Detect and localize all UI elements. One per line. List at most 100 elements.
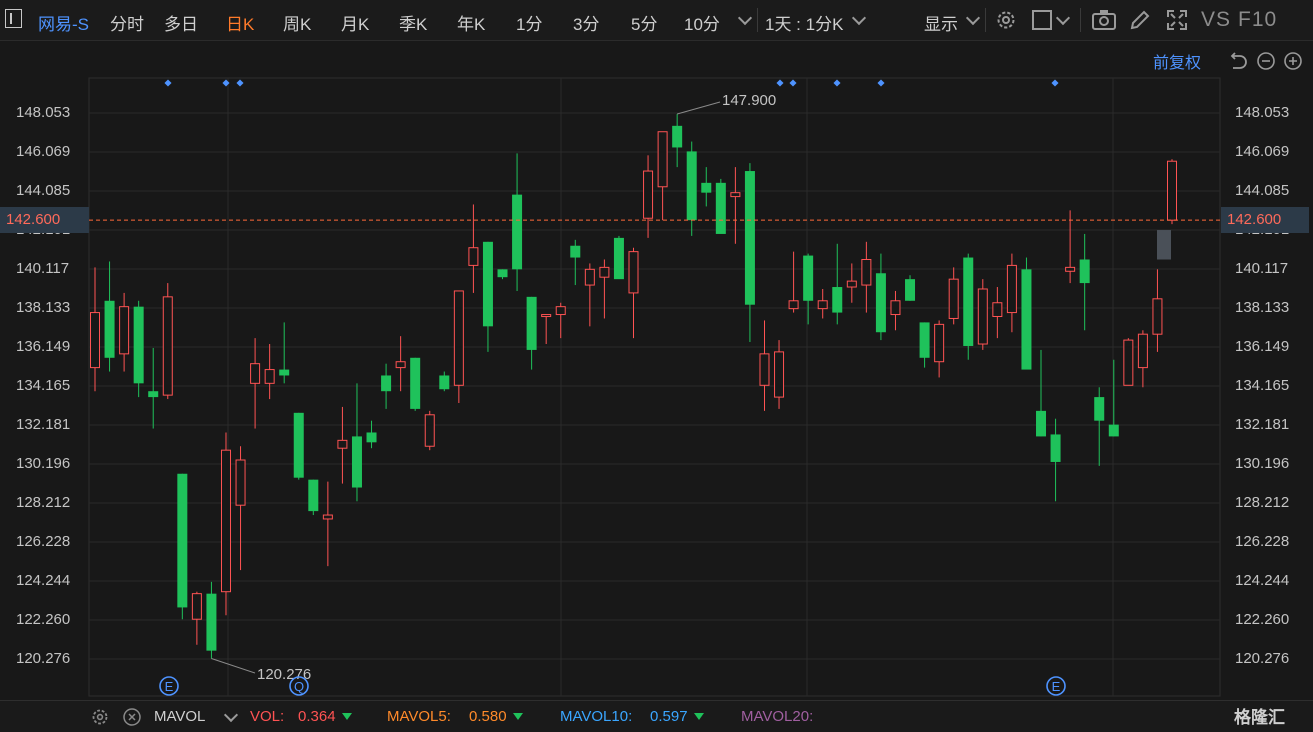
candle-body-up — [1123, 339, 1134, 386]
candle — [526, 296, 537, 370]
candle-body-down — [744, 171, 755, 305]
display-menu[interactable]: 显示 — [924, 10, 958, 35]
tab-quarterly-k[interactable]: 季K — [399, 10, 427, 35]
right-axis-tick-label: 136.149 — [1235, 337, 1290, 355]
chevron-down-icon[interactable] — [851, 10, 867, 26]
candle — [337, 406, 348, 484]
indicator-name[interactable]: MAVOL — [154, 708, 205, 725]
camera-icon[interactable] — [1091, 8, 1117, 32]
signal-diamond-icon — [833, 79, 841, 87]
brand-logo: 格隆汇 — [1234, 708, 1285, 727]
tab-daily-k[interactable]: 日K — [226, 10, 254, 35]
chevron-down-icon[interactable] — [737, 10, 753, 26]
candle-body-up — [162, 296, 173, 396]
left-axis-tick-label: 148.053 — [16, 104, 71, 121]
candle — [613, 235, 624, 280]
candle-body-down — [439, 375, 450, 390]
tab-yearly-k[interactable]: 年K — [457, 10, 485, 35]
tab-multiday[interactable]: 多日 — [164, 10, 198, 35]
candle — [599, 259, 610, 319]
candle-body-up — [468, 247, 479, 266]
right-axis-tick-label: 130.196 — [1235, 455, 1290, 472]
right-axis-tick-label: 126.228 — [1235, 533, 1290, 550]
candle — [119, 292, 130, 372]
quarter-event-icon[interactable]: Q — [288, 675, 310, 697]
tab-monthly-k[interactable]: 月K — [341, 10, 369, 35]
compare-button[interactable]: VS — [1201, 8, 1231, 32]
candle — [250, 338, 261, 429]
chevron-down-icon[interactable] — [965, 10, 981, 26]
left-axis-tick-label: 128.212 — [16, 494, 71, 511]
chevron-down-icon[interactable] — [1055, 10, 1071, 26]
high-price-label: 147.900 — [722, 92, 777, 109]
tab-5min[interactable]: 5分 — [631, 10, 657, 35]
mavol5-label: MAVOL5: — [387, 708, 451, 725]
candlestick-chart[interactable] — [0, 40, 1313, 700]
right-axis-tick-label: 122.260 — [1235, 611, 1290, 628]
current-price-tag-left: 142.600 — [0, 207, 89, 234]
candle — [963, 253, 974, 360]
signal-markers — [164, 79, 1059, 87]
fullscreen-icon[interactable] — [1165, 8, 1189, 32]
candle — [191, 591, 202, 645]
left-axis-tick-label: 138.133 — [16, 298, 71, 316]
candle — [482, 241, 493, 352]
left-axis-tick-label: 124.244 — [16, 572, 71, 589]
candle — [1152, 269, 1163, 352]
candle-body-up — [264, 369, 275, 384]
candle-body-up — [657, 131, 668, 188]
candle-body-down — [482, 241, 493, 327]
left-axis-tick-label: 136.149 — [16, 337, 71, 355]
candle-body-down — [293, 412, 304, 478]
tab-10min[interactable]: 10分 — [684, 10, 720, 35]
period-select[interactable]: 1天 : 1分K — [765, 10, 843, 35]
current-price-tag-right: 142.600 — [1221, 207, 1309, 234]
candle-body-up — [774, 351, 785, 398]
sidebar-toggle-icon[interactable] — [5, 9, 22, 28]
candle — [1065, 210, 1076, 284]
right-axis-tick-label: 140.117 — [1235, 259, 1289, 277]
tab-3min[interactable]: 3分 — [573, 10, 599, 35]
candle-body-up — [250, 363, 261, 384]
indicator-settings-icon[interactable] — [90, 707, 110, 727]
low-leader-line — [211, 658, 256, 674]
stock-name[interactable]: 网易-S — [38, 10, 89, 35]
settings-gear-icon[interactable] — [994, 8, 1018, 32]
high-leader-line — [677, 101, 721, 115]
right-axis-tick-label: 132.181 — [1235, 415, 1290, 433]
close-icon[interactable] — [122, 707, 142, 727]
earnings-event-icon[interactable]: E — [1045, 675, 1067, 697]
f10-button[interactable]: F10 — [1238, 8, 1277, 32]
plot-frame — [88, 77, 1221, 697]
earnings-event-icon[interactable]: E — [158, 675, 180, 697]
candle-body-down — [1108, 424, 1119, 437]
indicator-bar: MAVOL VOL: 0.364 MAVOL5: 0.580 MAVOL10: … — [0, 700, 1313, 732]
color-square-icon[interactable] — [1031, 8, 1053, 32]
live-candle-placeholder — [1157, 230, 1171, 260]
candle — [730, 167, 741, 244]
candle — [1123, 338, 1134, 386]
candle-body-down — [1021, 269, 1032, 370]
candle-body-down — [613, 237, 624, 280]
candle — [832, 243, 843, 325]
tab-intraday[interactable]: 分时 — [110, 10, 144, 35]
candle — [1006, 253, 1017, 333]
candle-body-down — [1050, 434, 1061, 462]
chevron-down-icon[interactable] — [223, 707, 239, 723]
left-axis-tick-label: 140.117 — [16, 259, 70, 277]
candle-body-down — [1079, 259, 1090, 284]
right-axis-tick-label: 146.069 — [1235, 142, 1290, 160]
tab-1min[interactable]: 1分 — [516, 10, 542, 35]
candle-body-up — [788, 300, 799, 310]
candle-body-down — [526, 296, 537, 350]
candle — [381, 363, 392, 409]
pencil-icon[interactable] — [1128, 8, 1152, 32]
candle — [104, 261, 115, 372]
candle-body-up — [119, 306, 130, 355]
candle-body-up — [934, 323, 945, 363]
mavol5-value: 0.580 — [469, 708, 523, 725]
candle — [133, 300, 144, 398]
candle — [439, 371, 450, 392]
left-axis-tick-label: 120.276 — [16, 650, 71, 667]
tab-weekly-k[interactable]: 周K — [283, 10, 311, 35]
